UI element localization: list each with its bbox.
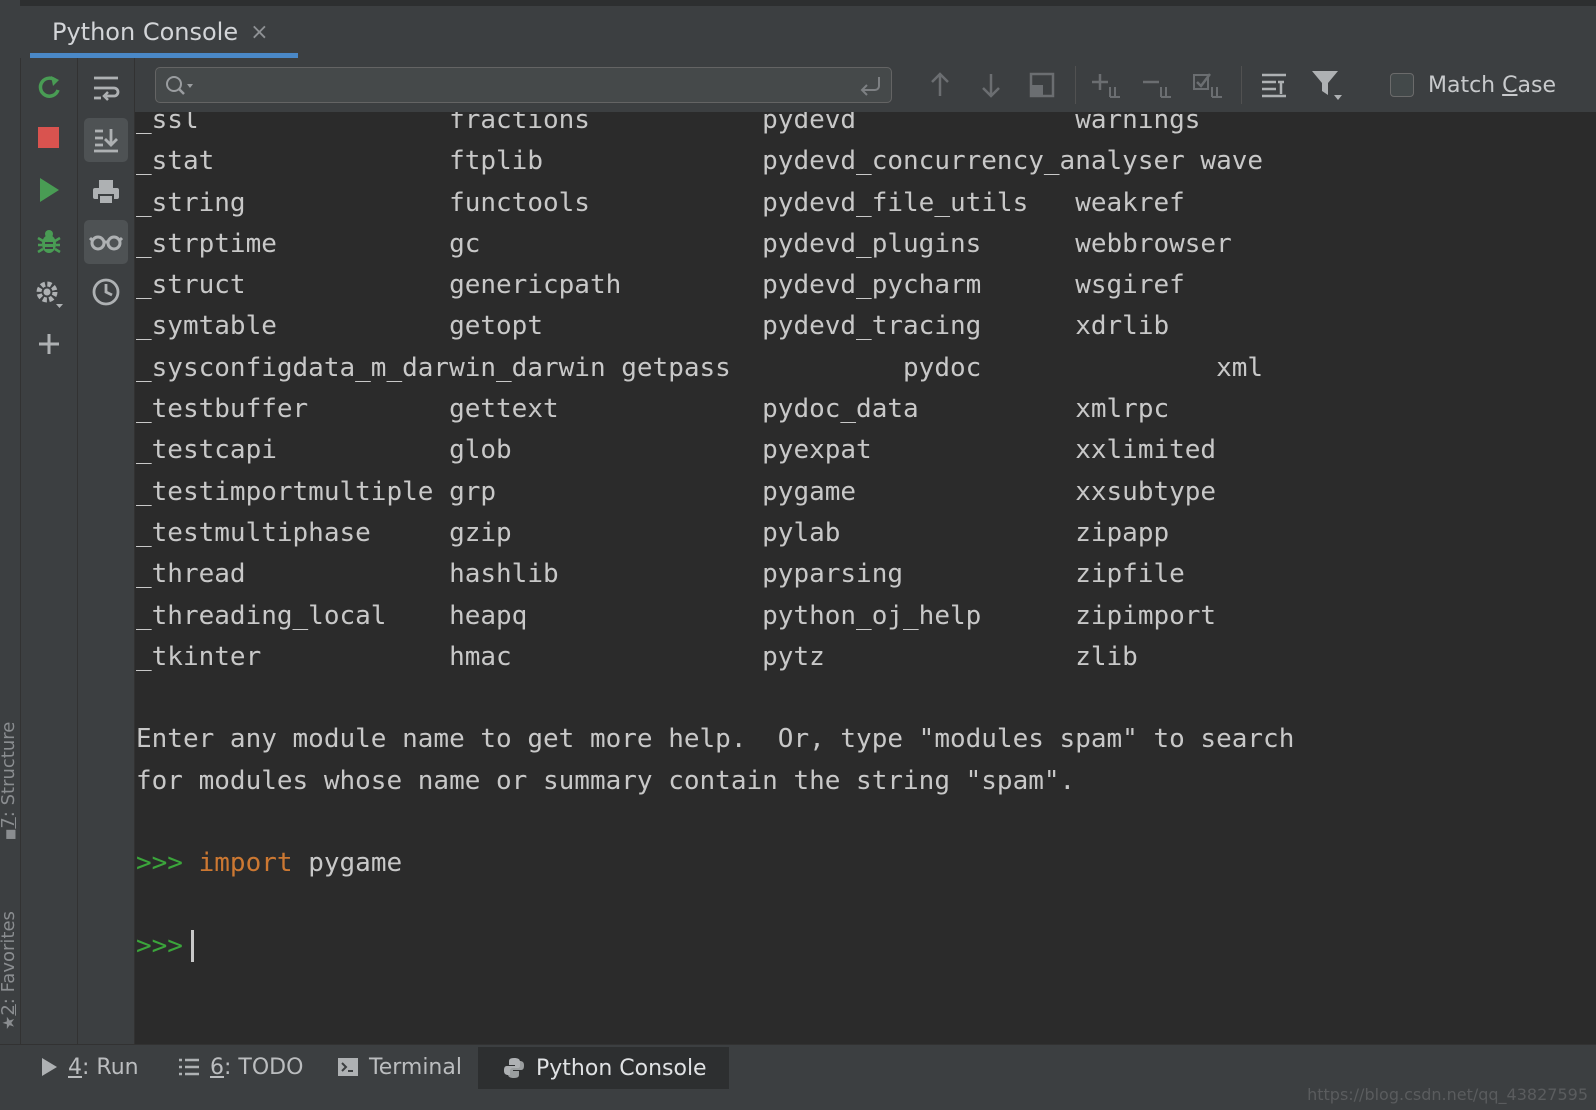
input-prompt-marker: >>> xyxy=(136,930,183,961)
console-line: _tkinter hmac pytz zlib xyxy=(136,641,1138,672)
soft-wrap-icon[interactable] xyxy=(84,66,128,110)
console-line: _string functools pydevd_file_utils weak… xyxy=(136,187,1185,218)
show-variables-icon[interactable] xyxy=(84,220,128,264)
prompt-marker: >>> xyxy=(136,848,183,879)
structure-tool-tab[interactable]: 7: Structure xyxy=(0,722,19,840)
bottom-tool-bar: 4: Run 6: TODO Terminal Python Console h… xyxy=(0,1044,1596,1110)
search-field xyxy=(155,67,892,103)
console-line: Enter any module name to get more help. … xyxy=(136,724,1295,755)
execute-icon[interactable] xyxy=(27,168,71,212)
stop-icon[interactable] xyxy=(27,116,71,160)
python-icon xyxy=(504,1058,524,1078)
rerun-icon[interactable] xyxy=(27,66,71,110)
newline-icon[interactable] xyxy=(857,74,883,98)
run-icon xyxy=(42,1058,57,1076)
console-line: _testbuffer gettext pydoc_data xmlrpc xyxy=(136,394,1170,425)
history-icon[interactable] xyxy=(84,270,128,314)
match-case-checkbox[interactable] xyxy=(1390,73,1414,97)
search-icon[interactable] xyxy=(164,74,196,98)
console-line: _sysconfigdata_m_darwin_darwin getpass p… xyxy=(136,352,1264,383)
next-occurrence-icon[interactable] xyxy=(973,67,1009,103)
find-toolbar: Match Case xyxy=(135,58,1596,113)
toolbar-separator xyxy=(1241,66,1242,104)
console-line: _threading_local heapq python_oj_help zi… xyxy=(136,600,1217,631)
terminal-tool-tab[interactable]: Terminal xyxy=(337,1047,462,1087)
favorites-tool-tab[interactable]: 2: Favorites xyxy=(0,911,19,1030)
console-line: _testcapi glob pyexpat xxlimited xyxy=(136,435,1217,466)
filter-icon[interactable] xyxy=(1309,67,1345,103)
select-all-icon[interactable] xyxy=(1191,67,1227,103)
console-line: _struct genericpath pydevd_pycharm wsgir… xyxy=(136,270,1185,301)
select-all-occurrences-icon[interactable] xyxy=(1024,67,1060,103)
filter-lines-icon[interactable] xyxy=(1257,67,1293,103)
import-target: pygame xyxy=(308,848,403,879)
import-keyword: import xyxy=(198,848,293,879)
previous-occurrence-icon[interactable] xyxy=(922,67,958,103)
list-icon xyxy=(179,1058,199,1076)
scroll-to-end-icon[interactable] xyxy=(84,118,128,162)
console-line: _symtable getopt pydevd_tracing xdrlib xyxy=(136,311,1170,342)
console-line: for modules whose name or summary contai… xyxy=(136,765,1076,796)
close-icon[interactable]: × xyxy=(250,20,268,45)
console-text: _ssl fractions pydevd warnings _stat ftp… xyxy=(136,112,1294,967)
terminal-icon xyxy=(338,1058,358,1076)
console-output[interactable]: _ssl fractions pydevd warnings _stat ftp… xyxy=(135,112,1596,1062)
watermark-text: https://blog.csdn.net/qq_43827595 xyxy=(1307,1085,1588,1104)
search-input[interactable] xyxy=(200,72,844,100)
console-line: _thread hashlib pyparsing zipfile xyxy=(136,559,1185,590)
output-actions-toolbar xyxy=(78,58,135,1062)
remove-selection-icon[interactable] xyxy=(1140,67,1176,103)
console-actions-toolbar xyxy=(21,58,78,1062)
print-icon[interactable] xyxy=(84,170,128,214)
python-console-tool-tab[interactable]: Python Console xyxy=(478,1047,729,1089)
settings-icon[interactable] xyxy=(27,272,71,316)
module-list-output: _ssl fractions pydevd warnings _stat ftp… xyxy=(136,112,1294,796)
debug-icon[interactable] xyxy=(27,220,71,264)
tool-window-header: Python Console × xyxy=(20,0,1596,58)
python-console-tab[interactable]: Python Console × xyxy=(30,6,298,58)
match-case-option[interactable]: Match Case xyxy=(1390,68,1556,102)
console-line: _testmultiphase gzip pylab zipapp xyxy=(136,517,1170,548)
add-icon[interactable] xyxy=(27,322,71,366)
add-selection-icon[interactable] xyxy=(1089,67,1125,103)
console-line: _testimportmultiple grp pygame xxsubtype xyxy=(136,476,1217,507)
match-case-label: Match Case xyxy=(1428,72,1556,98)
toolbar-separator xyxy=(1075,66,1076,104)
text-caret[interactable] xyxy=(190,930,194,963)
console-line: _strptime gc pydevd_plugins webbrowser xyxy=(136,228,1232,259)
run-tool-tab[interactable]: 4: Run xyxy=(40,1047,139,1087)
console-line: _ssl fractions pydevd warnings xyxy=(136,112,1201,135)
left-tool-strip: 7: Structure 2: Favorites xyxy=(0,0,21,1062)
tab-title: Python Console xyxy=(52,18,239,46)
todo-tool-tab[interactable]: 6: TODO xyxy=(178,1047,303,1087)
console-line: _stat ftplib pydevd_concurrency_analyser… xyxy=(136,146,1264,177)
